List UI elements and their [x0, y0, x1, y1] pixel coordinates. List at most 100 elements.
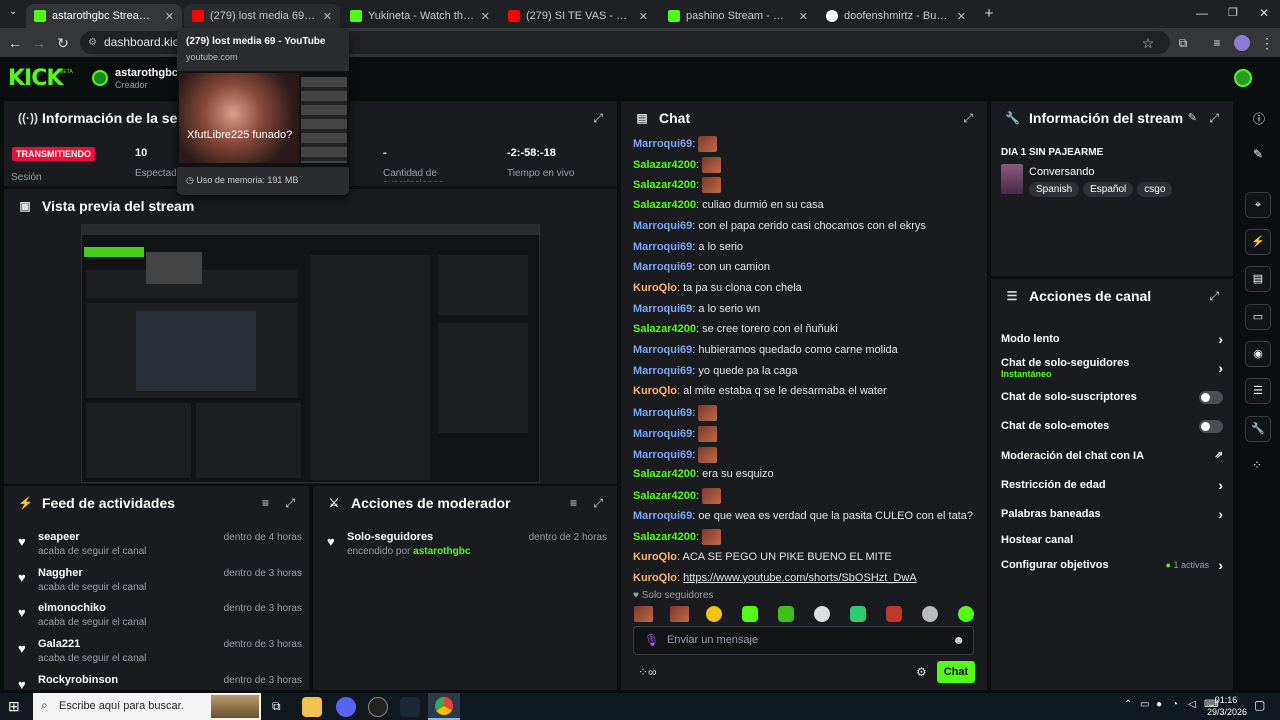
- tab-youtube-lost-media[interactable]: (279) lost media 69 - YouTube ✕: [184, 4, 340, 28]
- info-icon[interactable]: ⓘ: [1253, 110, 1265, 127]
- file-explorer-icon[interactable]: [302, 697, 322, 717]
- tag-badge[interactable]: Spanish: [1029, 182, 1080, 197]
- follower-name[interactable]: elmonochiko: [38, 602, 106, 614]
- menu-icon[interactable]: ⋮: [1256, 32, 1278, 54]
- discord-icon[interactable]: [336, 697, 356, 717]
- tab-pashino[interactable]: pashino Stream - Watch Live on ✕: [660, 4, 816, 28]
- close-tab-icon[interactable]: ✕: [639, 10, 648, 23]
- rail-sliders-icon[interactable]: ☰: [1245, 378, 1271, 404]
- expand-icon[interactable]: ⤢: [593, 496, 603, 511]
- follower-name[interactable]: Naggher: [38, 567, 83, 579]
- rail-note-icon[interactable]: ▤: [1245, 266, 1271, 292]
- chat-username[interactable]: KuroQlo: [633, 282, 677, 294]
- rail-lightning-icon[interactable]: ⚡: [1245, 229, 1271, 255]
- tab-google-search[interactable]: doofenshmirtz - Buscar con Go ✕: [818, 4, 974, 28]
- chat-username[interactable]: Marroqui69: [633, 220, 692, 232]
- tab-search-icon[interactable]: ⌄: [4, 6, 22, 22]
- expand-icon[interactable]: ⤢: [285, 496, 295, 511]
- chat-username[interactable]: Marroqui69: [633, 344, 692, 356]
- slow-mode-row[interactable]: Modo lento ›: [1001, 331, 1223, 347]
- user-menu-avatar[interactable]: [1234, 69, 1252, 87]
- expand-icon[interactable]: ⤢: [963, 111, 973, 126]
- chat-username[interactable]: Salazar4200: [633, 179, 696, 191]
- chat-username[interactable]: KuroQlo: [633, 385, 677, 397]
- task-view-icon[interactable]: ⧉: [272, 699, 281, 714]
- chat-username[interactable]: Salazar4200: [633, 323, 696, 335]
- goals-row[interactable]: Configurar objetivos ● 1 activas ›: [1001, 557, 1223, 573]
- back-icon[interactable]: ←: [4, 32, 26, 54]
- minimize-icon[interactable]: —: [1196, 6, 1208, 20]
- chat-username[interactable]: Marroqui69: [633, 365, 692, 377]
- expand-icon[interactable]: ⤢: [593, 111, 603, 126]
- rail-chat-icon[interactable]: ▭: [1245, 304, 1271, 330]
- tag-badge[interactable]: Español: [1083, 182, 1134, 197]
- ai-moderation-row[interactable]: Moderación del chat con IA ⇗: [1001, 450, 1223, 462]
- chat-username[interactable]: KuroQlo: [633, 572, 677, 584]
- chat-username[interactable]: Marroqui69: [633, 138, 692, 150]
- close-tab-icon[interactable]: ✕: [165, 10, 174, 23]
- chrome-taskbar-button[interactable]: [428, 693, 460, 720]
- emote-icon[interactable]: [886, 606, 902, 622]
- close-tab-icon[interactable]: ✕: [323, 10, 332, 23]
- edit-pencil-icon[interactable]: ✎: [1253, 147, 1263, 161]
- send-chat-button[interactable]: Chat: [937, 661, 975, 683]
- taskbar-search-box[interactable]: ⌕ Escribe aquí para buscar.: [33, 693, 261, 720]
- reload-icon[interactable]: ↻: [52, 32, 74, 54]
- chat-username[interactable]: Salazar4200: [633, 159, 696, 171]
- emotes-only-toggle[interactable]: [1199, 420, 1223, 433]
- close-tab-icon[interactable]: ✕: [799, 10, 808, 23]
- chat-username[interactable]: KuroQlo: [633, 551, 677, 563]
- host-channel-row[interactable]: Hostear canal: [1001, 534, 1223, 546]
- subs-only-toggle[interactable]: [1199, 391, 1223, 404]
- tag-badge[interactable]: csgo: [1137, 182, 1173, 197]
- expand-icon[interactable]: ⤢: [1209, 289, 1219, 304]
- emote-icon[interactable]: [850, 606, 866, 622]
- bookmark-star-icon[interactable]: ☆: [1137, 32, 1159, 54]
- edit-icon[interactable]: ✎: [1188, 111, 1197, 124]
- stream-category[interactable]: Conversando: [1029, 166, 1094, 178]
- obs-icon[interactable]: [368, 697, 388, 717]
- tray-mic-icon[interactable]: ●: [1156, 699, 1162, 710]
- chat-username[interactable]: Marroqui69: [633, 407, 692, 419]
- mod-action-by[interactable]: astarothgbc: [413, 546, 470, 557]
- rail-wrench-icon[interactable]: 🔧: [1245, 416, 1271, 442]
- tab-kick-dashboard[interactable]: astarothgbc Stream - Kick Dash ✕: [26, 4, 182, 28]
- chat-username[interactable]: Marroqui69: [633, 261, 692, 273]
- emote-icon[interactable]: [706, 606, 722, 622]
- emote-icon[interactable]: [634, 606, 653, 622]
- chat-input[interactable]: 🎙 Enviar un mensaje ☻: [633, 626, 974, 655]
- emote-icon[interactable]: [814, 606, 830, 622]
- steam-icon[interactable]: [400, 697, 420, 717]
- follower-name[interactable]: seapeer: [38, 531, 80, 543]
- avatar[interactable]: [92, 70, 108, 86]
- age-restriction-row[interactable]: Restricción de edad ›: [1001, 477, 1223, 493]
- extensions-icon[interactable]: ⧉: [1172, 32, 1194, 54]
- expand-icon[interactable]: ⤢: [1209, 111, 1219, 126]
- close-tab-icon[interactable]: ✕: [481, 10, 490, 23]
- site-info-icon[interactable]: ⚙: [88, 31, 97, 54]
- rail-clip-icon[interactable]: ⌖: [1245, 192, 1271, 218]
- chat-link[interactable]: https://www.youtube.com/shorts/SbOSHzt_D…: [683, 572, 917, 584]
- filter-icon[interactable]: ≡: [570, 496, 577, 510]
- points-icon[interactable]: ⁘∞: [638, 665, 657, 679]
- tray-volume-icon[interactable]: ◁: [1188, 699, 1196, 710]
- microphone-icon[interactable]: 🎙: [644, 633, 659, 647]
- category-thumbnail[interactable]: [1001, 164, 1023, 194]
- windows-start-icon[interactable]: ⊞: [8, 698, 20, 715]
- chat-username[interactable]: Marroqui69: [633, 428, 692, 440]
- profile-avatar[interactable]: [1234, 35, 1250, 51]
- tray-chevron-icon[interactable]: ⌃: [1124, 699, 1132, 710]
- close-tab-icon[interactable]: ✕: [957, 10, 966, 23]
- clock-date[interactable]: 29/3/2026: [1204, 707, 1250, 717]
- chat-username[interactable]: Salazar4200: [633, 531, 696, 543]
- clock-time[interactable]: 01:16: [1213, 695, 1239, 705]
- forward-icon[interactable]: →: [28, 32, 50, 54]
- emote-icon[interactable]: [742, 606, 758, 622]
- reading-list-icon[interactable]: ≡: [1206, 32, 1228, 54]
- emote-icon[interactable]: [922, 606, 938, 622]
- follower-name[interactable]: Rockyrobinson: [38, 674, 118, 686]
- tab-youtube-si-te-vas[interactable]: (279) SI TE VAS - @ITHANNY | Y ✕: [500, 4, 656, 28]
- new-tab-icon[interactable]: +: [980, 5, 998, 23]
- emote-icon[interactable]: [778, 606, 794, 622]
- tray-wifi-icon[interactable]: ◔: [1172, 699, 1178, 710]
